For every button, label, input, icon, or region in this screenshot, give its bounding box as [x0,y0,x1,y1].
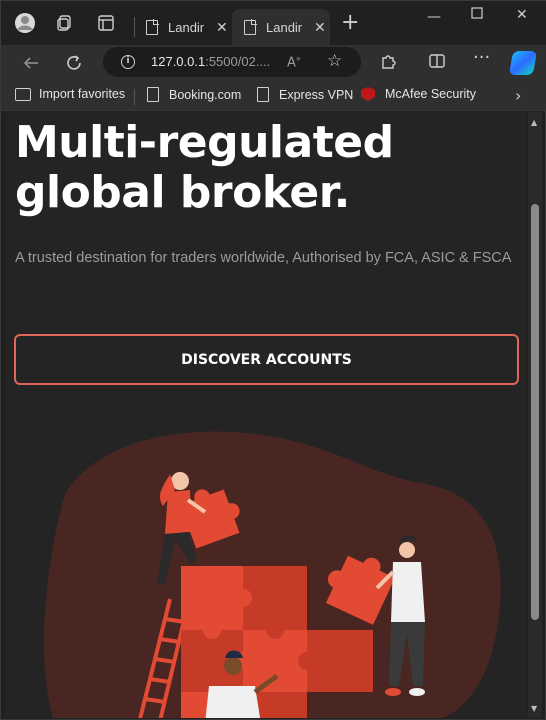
tab-title: Landin [266,19,302,35]
page-icon [257,87,269,102]
favorite-mcafee[interactable]: McAfee Security [361,87,476,101]
tab-landing-2[interactable]: Landin ✕ [232,9,330,45]
page-icon [147,87,159,102]
site-info-icon[interactable]: i [121,55,135,69]
page-icon [244,18,257,35]
tab-landing-1[interactable]: Landin ✕ [134,9,230,45]
close-window-icon[interactable]: ✕ [516,7,528,23]
folder-icon [15,87,31,101]
favorite-express-vpn[interactable]: Express VPN [257,87,353,102]
extensions-icon[interactable] [379,52,397,74]
page-viewport: Multi-regulated global broker. A trusted… [5,112,527,718]
scroll-down-icon[interactable]: ▼ [531,704,537,713]
discover-accounts-button[interactable]: DISCOVER ACCOUNTS [14,334,519,385]
minimize-icon[interactable]: — [427,9,441,25]
hero-subtitle: A trusted destination for traders worldw… [15,250,512,266]
url-text[interactable]: 127.0.0.1:5500/02.... [151,54,270,69]
copilot-icon[interactable] [508,51,538,75]
profile-avatar-icon[interactable] [13,11,37,35]
navigation-toolbar: i 127.0.0.1:5500/02.... A» ☆ ··· [1,45,546,81]
address-bar[interactable]: i 127.0.0.1:5500/02.... A» ☆ [103,47,361,77]
favorite-label: Import favorites [39,87,126,101]
split-screen-icon[interactable] [428,52,446,74]
page-scrollbar[interactable]: ▲ ▼ [528,112,542,718]
favorite-label: Booking.com [169,87,242,102]
tab-title: Landin [168,19,204,35]
favorite-star-icon[interactable]: ☆ [327,51,342,71]
browser-window: Landin ✕ Landin ✕ + — ✕ i 127.0.0.1:5500… [0,0,546,720]
back-arrow-icon[interactable] [19,51,43,75]
favorites-separator [134,89,135,105]
workspaces-icon[interactable] [53,11,77,35]
more-options-icon[interactable]: ··· [473,47,490,68]
favorites-bar: Import favorites Booking.com Express VPN… [1,81,546,111]
read-aloud-icon[interactable]: A» [287,54,301,70]
close-tab-icon[interactable]: ✕ [216,19,228,36]
close-tab-icon[interactable]: ✕ [314,19,326,36]
scroll-up-icon[interactable]: ▲ [531,118,537,127]
tab-actions-icon[interactable] [94,11,118,35]
favorite-booking[interactable]: Booking.com [147,87,241,102]
chevron-right-icon[interactable]: › [515,86,521,105]
new-tab-icon[interactable]: + [341,12,359,34]
puzzle-team-illustration [44,431,501,718]
page-icon [146,18,159,35]
mcafee-icon [361,87,375,101]
url-path: :5500/02.... [205,54,271,69]
favorite-label: McAfee Security [385,87,477,101]
refresh-icon[interactable] [62,51,86,75]
hero-title: Multi-regulated global broker. [15,117,394,218]
maximize-icon[interactable] [471,7,483,23]
scroll-thumb[interactable] [531,204,539,620]
favorite-label: Express VPN [279,87,354,102]
tab-strip: Landin ✕ Landin ✕ + — ✕ [1,1,546,45]
url-host: 127.0.0.1 [151,54,206,69]
favorite-import-favorites[interactable]: Import favorites [15,87,125,101]
